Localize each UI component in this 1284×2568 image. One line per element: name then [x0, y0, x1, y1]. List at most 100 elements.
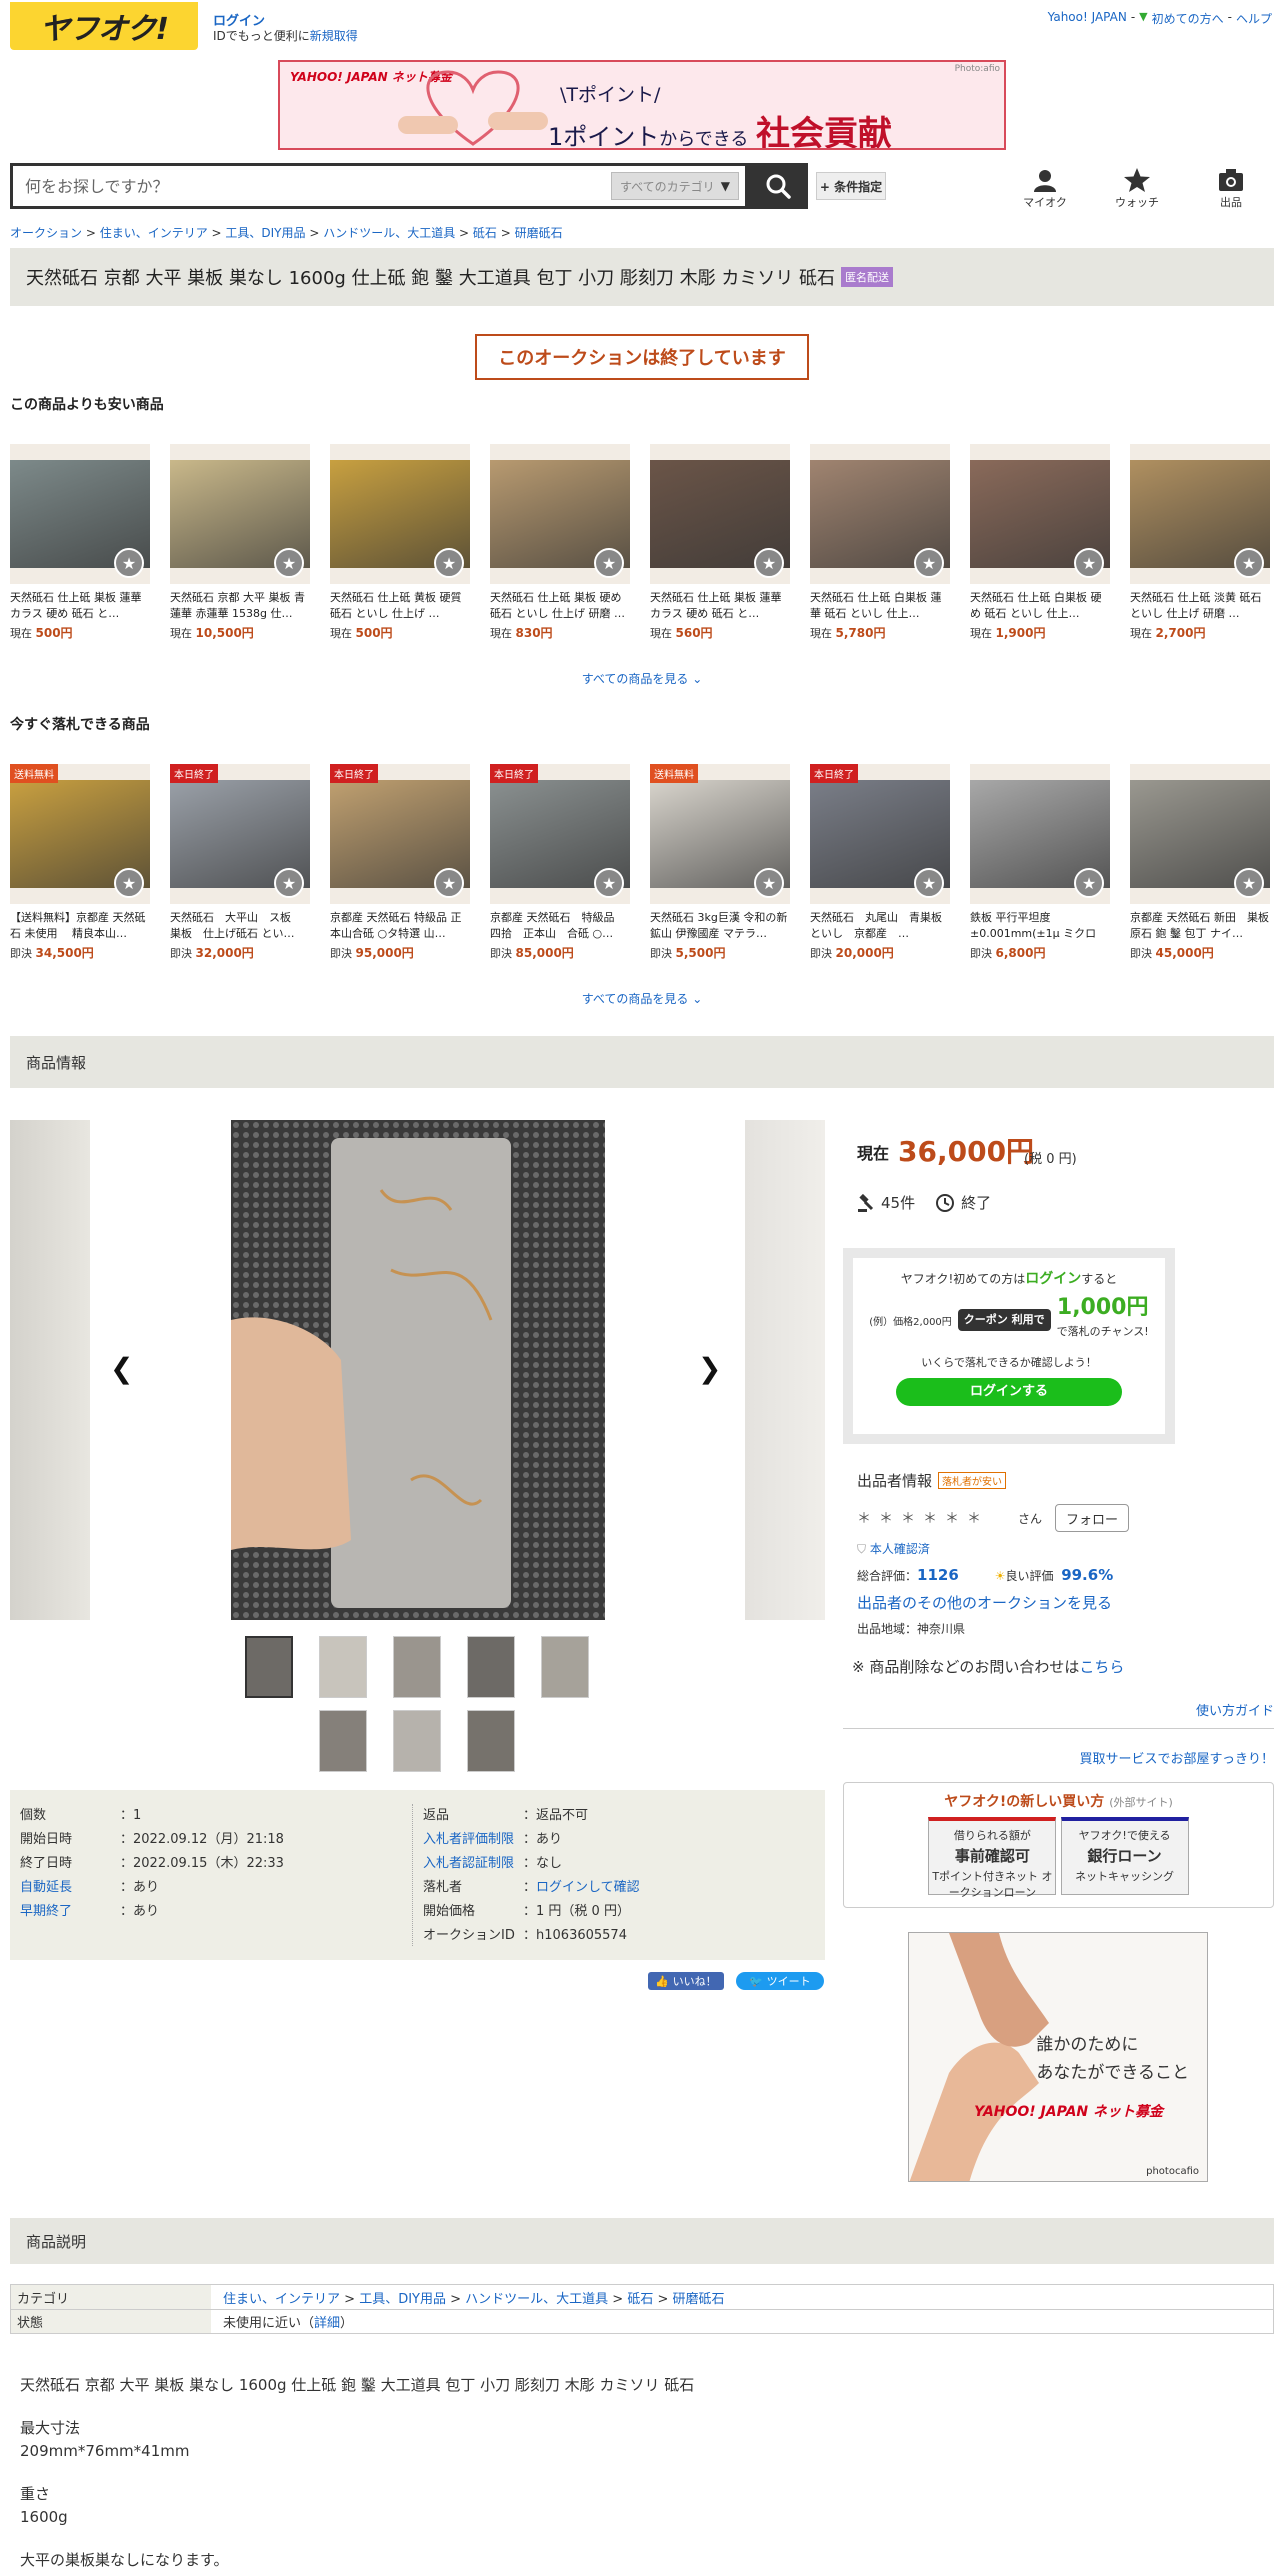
watch-star-icon[interactable]: ★: [594, 868, 624, 898]
category-link[interactable]: 砥石: [627, 2292, 653, 2307]
yahuoku-logo[interactable]: ヤフオク!: [10, 2, 198, 50]
category-link[interactable]: 工具、DIY用品: [359, 2292, 446, 2307]
watch-button[interactable]: ウォッチ: [1102, 168, 1172, 210]
delete-inquiry-link[interactable]: こちら: [1079, 1658, 1124, 1676]
watch-star-icon[interactable]: ★: [274, 548, 304, 578]
breadcrumb-item[interactable]: ハンドツール、大工道具: [323, 226, 455, 240]
thumbnail-image[interactable]: [245, 1636, 293, 1698]
product-card[interactable]: ★ 天然砥石 仕上砥 巣板 硬め 砥石 といし 仕上げ 研磨 … 現在 830円: [490, 444, 630, 641]
bank-loan-button[interactable]: ヤフオク!で使える 銀行ローン ネットキャッシング: [1060, 1817, 1189, 1895]
product-thumbnail[interactable]: ★: [650, 444, 790, 584]
conditions-button[interactable]: + 条件指定: [816, 172, 886, 200]
seller-name[interactable]: ＊＊＊＊＊＊: [857, 1508, 989, 1528]
product-title[interactable]: 天然砥石 仕上砥 巣板 蓮華カラス 硬め 砥石 と…: [10, 590, 150, 622]
product-title[interactable]: 天然砥石 仕上砥 白巣板 硬め 砥石 といし 仕上…: [970, 590, 1110, 622]
product-title[interactable]: 京都産 天然砥石 特級品 四拾 正本山 合砥 ○…: [490, 910, 630, 942]
watch-star-icon[interactable]: ★: [754, 548, 784, 578]
product-card[interactable]: ★ 天然砥石 仕上砥 巣板 蓮華カラス 硬め 砥石 と… 現在 500円: [10, 444, 150, 641]
product-card[interactable]: 本日終了 ★ 京都産 天然砥石 特級品 正本山合砥 ○タ特選 山… 即決 95,…: [330, 764, 470, 961]
next-arrow-icon[interactable]: ❯: [698, 1352, 721, 1385]
buynow-see-all-link[interactable]: すべての商品を見る ⌄: [0, 990, 1284, 1007]
cheaper-see-all-link[interactable]: すべての商品を見る ⌄: [0, 670, 1284, 687]
thumbnail-image[interactable]: [541, 1636, 589, 1698]
watch-star-icon[interactable]: ★: [274, 868, 304, 898]
product-title[interactable]: 天然砥石 丸尾山 青巣板 といし 京都産 …: [810, 910, 950, 942]
watch-star-icon[interactable]: ★: [1074, 548, 1104, 578]
myauction-button[interactable]: マイオク: [1010, 168, 1080, 210]
sell-button[interactable]: 出品: [1196, 168, 1266, 210]
register-link[interactable]: 新規取得: [310, 29, 358, 43]
prev-image-preview[interactable]: [10, 1120, 90, 1620]
breadcrumb-item[interactable]: 住まい、インテリア: [100, 226, 208, 240]
search-input[interactable]: [13, 166, 611, 206]
product-thumbnail[interactable]: ★: [170, 444, 310, 584]
product-thumbnail[interactable]: ★: [1130, 764, 1270, 904]
product-thumbnail[interactable]: ★: [810, 444, 950, 584]
thumbnail-image[interactable]: [393, 1636, 441, 1698]
product-thumbnail[interactable]: 本日終了 ★: [170, 764, 310, 904]
product-thumbnail[interactable]: 本日終了 ★: [810, 764, 950, 904]
product-title[interactable]: 天然砥石 京都 大平 巣板 青蓮華 赤蓮華 1538g 仕…: [170, 590, 310, 622]
details-key[interactable]: 自動延長: [20, 1876, 120, 1900]
watch-star-icon[interactable]: ★: [594, 548, 624, 578]
product-title[interactable]: 天然砥石 仕上砥 淡黄 砥石 といし 仕上げ 研磨 …: [1130, 590, 1270, 622]
product-thumbnail[interactable]: 本日終了 ★: [330, 764, 470, 904]
watch-star-icon[interactable]: ★: [1074, 868, 1104, 898]
help-link[interactable]: ヘルプ: [1236, 10, 1272, 27]
details-key[interactable]: 入札者認証制限: [423, 1852, 523, 1876]
product-card[interactable]: 送料無料 ★ 【送料無料】京都産 天然砥石 未使用 精良本山… 即決 34,50…: [10, 764, 150, 961]
watch-star-icon[interactable]: ★: [754, 868, 784, 898]
breadcrumb-item[interactable]: 研磨砥石: [515, 226, 563, 240]
details-key[interactable]: 早期終了: [20, 1900, 120, 1924]
product-card[interactable]: ★ 天然砥石 仕上砥 巣板 蓮華カラス 硬め 砥石 と… 現在 560円: [650, 444, 790, 641]
promo-login-button[interactable]: ログインする: [896, 1378, 1122, 1406]
product-thumbnail[interactable]: ★: [330, 444, 470, 584]
watch-star-icon[interactable]: ★: [1234, 868, 1264, 898]
watch-star-icon[interactable]: ★: [434, 868, 464, 898]
product-card[interactable]: ★ 天然砥石 仕上砥 白巣板 硬め 砥石 といし 仕上… 現在 1,900円: [970, 444, 1110, 641]
main-product-image[interactable]: [231, 1120, 605, 1620]
next-image-preview[interactable]: [745, 1120, 825, 1620]
product-title[interactable]: 天然砥石 仕上砥 黄板 硬質 砥石 といし 仕上げ …: [330, 590, 470, 622]
watch-star-icon[interactable]: ★: [914, 548, 944, 578]
details-key[interactable]: 入札者評価制限: [423, 1828, 523, 1852]
product-card[interactable]: 本日終了 ★ 京都産 天然砥石 特級品 四拾 正本山 合砥 ○… 即決 85,0…: [490, 764, 630, 961]
product-card[interactable]: ★ 鉄板 平行平坦度±0.001mm(±1μ ミクロン) 鉄板 … 即決 6,8…: [970, 764, 1110, 961]
breadcrumb-item[interactable]: 工具、DIY用品: [225, 226, 305, 240]
product-card[interactable]: ★ 京都産 天然砥石 新田 巣板 原石 鉋 鑿 包丁 ナイ… 即決 45,000…: [1130, 764, 1270, 961]
product-title[interactable]: 天然砥石 3kg巨漢 令和の新鉱山 伊豫國産 マテラ…: [650, 910, 790, 942]
product-thumbnail[interactable]: 送料無料 ★: [10, 764, 150, 904]
prev-arrow-icon[interactable]: ❮: [110, 1352, 133, 1385]
product-card[interactable]: 本日終了 ★ 天然砥石 丸尾山 青巣板 といし 京都産 … 即決 20,000円: [810, 764, 950, 961]
product-title[interactable]: 京都産 天然砥石 新田 巣板 原石 鉋 鑿 包丁 ナイ…: [1130, 910, 1270, 942]
product-thumbnail[interactable]: 送料無料 ★: [650, 764, 790, 904]
product-thumbnail[interactable]: 本日終了 ★: [490, 764, 630, 904]
condition-detail-link[interactable]: 詳細: [314, 2316, 340, 2331]
product-title[interactable]: 天然砥石 仕上砥 白巣板 蓮華 砥石 といし 仕上…: [810, 590, 950, 622]
yahoo-japan-link[interactable]: Yahoo! JAPAN: [1048, 10, 1127, 27]
watch-star-icon[interactable]: ★: [114, 868, 144, 898]
breadcrumb-item[interactable]: 砥石: [473, 226, 497, 240]
seller-other-auctions-link[interactable]: 出品者のその他のオークションを見る: [857, 1592, 1112, 1613]
thumbnail-image[interactable]: [319, 1710, 367, 1772]
category-link[interactable]: ハンドツール、大工道具: [465, 2292, 608, 2307]
thumbnail-image[interactable]: [467, 1636, 515, 1698]
thumbnail-image[interactable]: [467, 1710, 515, 1772]
details-value-link[interactable]: ログインして確認: [536, 1880, 640, 1895]
facebook-like-button[interactable]: 👍 いいね！: [648, 1972, 724, 1990]
product-thumbnail[interactable]: ★: [10, 444, 150, 584]
category-link[interactable]: 研磨砥石: [673, 2292, 725, 2307]
product-thumbnail[interactable]: ★: [970, 444, 1110, 584]
product-title[interactable]: 【送料無料】京都産 天然砥石 未使用 精良本山…: [10, 910, 150, 942]
product-card[interactable]: ★ 天然砥石 仕上砥 淡黄 砥石 といし 仕上げ 研磨 … 現在 2,700円: [1130, 444, 1270, 641]
usage-guide-link[interactable]: 使い方ガイド: [1196, 1700, 1274, 1719]
product-card[interactable]: ★ 天然砥石 仕上砥 白巣板 蓮華 砥石 といし 仕上… 現在 5,780円: [810, 444, 950, 641]
product-card[interactable]: ★ 天然砥石 京都 大平 巣板 青蓮華 赤蓮華 1538g 仕… 現在 10,5…: [170, 444, 310, 641]
product-title[interactable]: 天然砥石 仕上砥 巣板 硬め 砥石 といし 仕上げ 研磨 …: [490, 590, 630, 622]
product-thumbnail[interactable]: ★: [970, 764, 1110, 904]
watch-star-icon[interactable]: ★: [114, 548, 144, 578]
product-card[interactable]: 送料無料 ★ 天然砥石 3kg巨漢 令和の新鉱山 伊豫國産 マテラ… 即決 5,…: [650, 764, 790, 961]
category-select[interactable]: すべてのカテゴリ ▼: [611, 172, 739, 200]
watch-star-icon[interactable]: ★: [914, 868, 944, 898]
product-title[interactable]: 鉄板 平行平坦度±0.001mm(±1μ ミクロン) 鉄板 …: [970, 910, 1110, 942]
